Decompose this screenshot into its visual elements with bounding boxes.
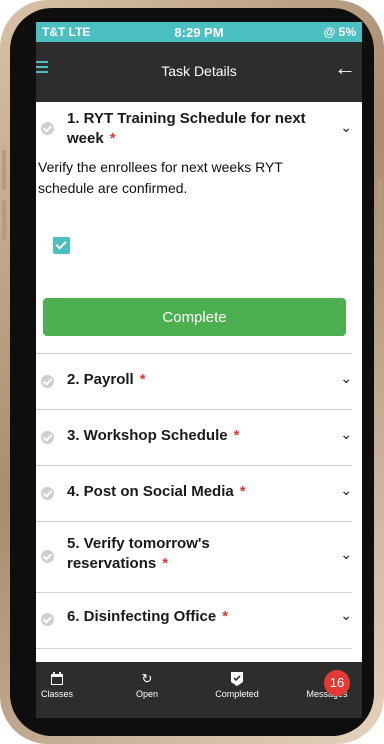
required-marker: * [233, 427, 240, 444]
badge-check-icon [202, 672, 272, 686]
task-status-icon [41, 375, 54, 388]
status-bar: T&T LTE 8:29 PM @ 5% [36, 22, 362, 42]
refresh-icon: ↻ [141, 671, 153, 686]
clock: 8:29 PM [174, 25, 224, 40]
required-marker: * [222, 608, 229, 625]
phone-side-button [378, 180, 382, 240]
required-marker: * [239, 483, 246, 500]
chevron-down-icon[interactable]: ⌄ [340, 482, 352, 499]
chevron-down-icon[interactable]: ⌄ [340, 607, 352, 624]
phone-side-button [2, 150, 6, 190]
task-item[interactable]: 3. Workshop Schedule * ⌄ [36, 410, 352, 465]
required-marker: * [109, 130, 116, 147]
task-item[interactable]: 5. Verify tomorrow's reservations * ⌄ [36, 522, 352, 592]
complete-button[interactable]: Complete [43, 298, 346, 336]
messages-count-badge: 16 [324, 670, 350, 696]
battery-indicator: @ 5% [323, 25, 356, 39]
task-title: 2. Payroll * [67, 371, 146, 388]
chevron-down-icon[interactable]: ⌄ [340, 546, 352, 563]
task-item[interactable]: 4. Post on Social Media * ⌄ [36, 466, 352, 521]
task-title: 3. Workshop Schedule * [67, 427, 240, 444]
task-status-icon [41, 487, 54, 500]
phone-side-button [2, 200, 6, 240]
task-title: 6. Disinfecting Office * [67, 608, 229, 625]
back-arrow-icon[interactable]: ← [334, 57, 356, 79]
task-status-icon [41, 431, 54, 444]
task-description: Verify the enrollees for next weeks RYT … [38, 159, 283, 196]
tab-classes[interactable]: Classes [36, 672, 92, 699]
task-item[interactable]: 1. RYT Training Schedule for next week * … [36, 102, 352, 353]
calendar-icon [36, 672, 92, 686]
task-title: 5. Verify tomorrow's reservations * [67, 535, 210, 572]
bottom-nav: Classes ↻ Open Completed Messages 16 [36, 662, 362, 718]
tab-completed[interactable]: Completed [202, 672, 272, 699]
chevron-down-icon[interactable]: ⌄ [340, 426, 352, 443]
task-item[interactable]: 6. Disinfecting Office * ⌄ [36, 593, 352, 648]
task-status-icon [41, 122, 54, 135]
header-bar: Task Details ← [36, 42, 362, 102]
task-item[interactable]: 2. Payroll * ⌄ [36, 354, 352, 409]
task-list: 1. RYT Training Schedule for next week * … [36, 102, 362, 662]
chevron-down-icon[interactable]: ⌄ [340, 370, 352, 387]
task-status-icon [41, 613, 54, 626]
chevron-down-icon[interactable]: ⌄ [340, 119, 352, 136]
tab-completed-label: Completed [215, 689, 259, 699]
task-status-icon [41, 550, 54, 563]
tab-open-label: Open [135, 689, 159, 699]
page-title: Task Details [161, 63, 237, 79]
task-title: 1. RYT Training Schedule for next week * [67, 110, 306, 147]
task-title: 4. Post on Social Media * [67, 483, 246, 500]
required-marker: * [139, 371, 146, 388]
required-marker: * [162, 555, 169, 572]
confirm-checkbox[interactable] [53, 237, 70, 254]
tab-classes-label: Classes [40, 689, 73, 699]
phone-frame: T&T LTE 8:29 PM @ 5% Task Details ← 1. R… [0, 0, 384, 744]
tab-open[interactable]: ↻ Open [112, 671, 182, 700]
divider [36, 648, 352, 649]
app-screen: T&T LTE 8:29 PM @ 5% Task Details ← 1. R… [36, 22, 362, 718]
